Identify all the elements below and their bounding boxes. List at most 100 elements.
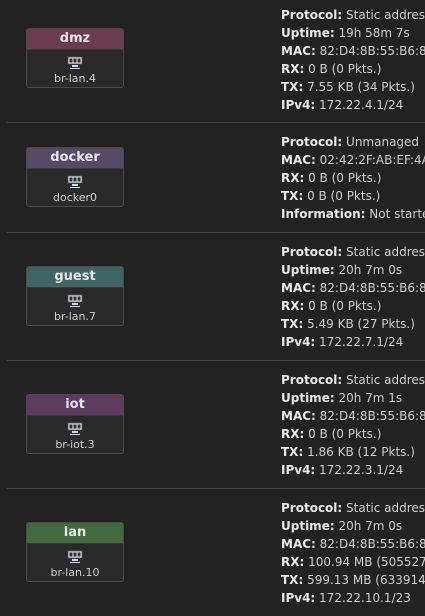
- detail-line: Protocol: Static address: [281, 499, 425, 517]
- row-divider: [7, 488, 425, 489]
- interface-name: lan: [27, 523, 123, 544]
- detail-value: Static address: [342, 373, 425, 387]
- detail-key: IPv4:: [281, 591, 316, 605]
- network-port-icon: [67, 294, 83, 307]
- detail-key: Information:: [281, 207, 366, 221]
- detail-value: 02:42:2F:AB:EF:4A: [315, 153, 425, 167]
- detail-value: 172.22.4.1/24: [315, 98, 404, 112]
- detail-value: Static address: [342, 8, 425, 22]
- interface-badge-dmz[interactable]: dmz br-lan.4: [26, 28, 124, 88]
- detail-line: Protocol: Static address: [281, 371, 425, 389]
- detail-value: 0 B (0 Pkts.): [304, 427, 382, 441]
- interface-device: br-iot.3: [55, 438, 95, 451]
- interface-name: guest: [27, 267, 123, 288]
- detail-value: 172.22.10.1/23: [315, 591, 411, 605]
- detail-line: TX: 5.49 KB (27 Pkts.): [281, 315, 425, 333]
- detail-line: MAC: 82:D4:8B:55:B6:8B: [281, 279, 425, 297]
- detail-line: MAC: 82:D4:8B:55:B6:8B: [281, 42, 425, 60]
- row-divider: [7, 232, 425, 233]
- row-divider: [7, 360, 425, 361]
- detail-key: IPv4:: [281, 98, 316, 112]
- detail-value: 0 B (0 Pkts.): [303, 189, 381, 203]
- detail-key: RX:: [281, 299, 305, 313]
- detail-value: 0 B (0 Pkts.): [304, 171, 382, 185]
- interface-device: br-lan.7: [53, 310, 97, 323]
- detail-line: Uptime: 19h 58m 7s: [281, 24, 425, 42]
- detail-key: RX:: [281, 555, 305, 569]
- detail-line: Information: Not started: [281, 205, 425, 223]
- interface-details: Protocol: Static address Uptime: 19h 58m …: [281, 6, 425, 114]
- detail-key: RX:: [281, 427, 305, 441]
- detail-value: Static address: [342, 245, 425, 259]
- detail-key: TX:: [281, 573, 304, 587]
- detail-value: 82:D4:8B:55:B6:8B: [315, 409, 425, 423]
- detail-line: TX: 0 B (0 Pkts.): [281, 187, 425, 205]
- detail-key: Protocol:: [281, 373, 343, 387]
- detail-value: 0 B (0 Pkts.): [304, 62, 382, 76]
- detail-value: 7.55 KB (34 Pkts.): [303, 80, 415, 94]
- detail-line: RX: 100.94 MB (505527: [281, 553, 425, 571]
- detail-key: IPv4:: [281, 463, 316, 477]
- detail-key: Protocol:: [281, 245, 343, 259]
- detail-key: TX:: [281, 445, 304, 459]
- interface-name: dmz: [27, 29, 123, 50]
- detail-value: 0 B (0 Pkts.): [304, 299, 382, 313]
- interface-badge-docker[interactable]: docker docker0: [26, 147, 124, 207]
- detail-key: TX:: [281, 80, 304, 94]
- detail-value: 20h 7m 0s: [334, 263, 403, 277]
- detail-key: Uptime:: [281, 519, 335, 533]
- detail-key: Protocol:: [281, 8, 343, 22]
- detail-value: 82:D4:8B:55:B6:8B: [315, 44, 425, 58]
- detail-key: MAC:: [281, 537, 316, 551]
- detail-line: Protocol: Unmanaged: [281, 133, 425, 151]
- interface-device: br-lan.10: [50, 566, 100, 579]
- detail-line: TX: 599.13 MB (633914: [281, 571, 425, 589]
- detail-line: Uptime: 20h 7m 1s: [281, 389, 425, 407]
- detail-key: RX:: [281, 62, 305, 76]
- detail-key: MAC:: [281, 281, 316, 295]
- detail-key: IPv4:: [281, 335, 316, 349]
- network-port-icon: [67, 422, 83, 435]
- detail-key: Protocol:: [281, 135, 343, 149]
- interface-details: Protocol: Static address Uptime: 20h 7m 0…: [281, 499, 425, 607]
- detail-line: MAC: 82:D4:8B:55:B6:8B: [281, 407, 425, 425]
- detail-key: Uptime:: [281, 263, 335, 277]
- interface-device: docker0: [52, 191, 98, 204]
- detail-value: 5.49 KB (27 Pkts.): [303, 317, 415, 331]
- detail-value: 1.86 KB (12 Pkts.): [303, 445, 415, 459]
- detail-value: 599.13 MB (633914: [303, 573, 425, 587]
- detail-key: Uptime:: [281, 391, 335, 405]
- interface-details: Protocol: Static address Uptime: 20h 7m 0…: [281, 243, 425, 351]
- interface-name: iot: [27, 395, 123, 416]
- detail-value: 19h 58m 7s: [334, 26, 410, 40]
- detail-key: TX:: [281, 189, 304, 203]
- detail-value: 100.94 MB (505527: [304, 555, 425, 569]
- detail-line: MAC: 82:D4:8B:55:B6:8B: [281, 535, 425, 553]
- network-port-icon: [67, 550, 83, 563]
- interface-badge-iot[interactable]: iot br-iot.3: [26, 394, 124, 454]
- network-port-icon: [67, 56, 83, 69]
- detail-line: IPv4: 172.22.7.1/24: [281, 333, 425, 351]
- interface-badge-lan[interactable]: lan br-lan.10: [26, 522, 124, 582]
- detail-line: RX: 0 B (0 Pkts.): [281, 60, 425, 78]
- detail-line: IPv4: 172.22.4.1/24: [281, 96, 425, 114]
- detail-line: Protocol: Static address: [281, 243, 425, 261]
- detail-line: IPv4: 172.22.3.1/24: [281, 461, 425, 479]
- interface-details: Protocol: Static address Uptime: 20h 7m 1…: [281, 371, 425, 479]
- detail-key: MAC:: [281, 44, 316, 58]
- detail-line: RX: 0 B (0 Pkts.): [281, 169, 425, 187]
- detail-value: Not started: [369, 207, 425, 221]
- detail-value: 172.22.7.1/24: [315, 335, 404, 349]
- detail-key: TX:: [281, 317, 304, 331]
- interface-badge-guest[interactable]: guest br-lan.7: [26, 266, 124, 326]
- detail-value: Unmanaged: [342, 135, 420, 149]
- detail-line: MAC: 02:42:2F:AB:EF:4A: [281, 151, 425, 169]
- network-port-icon: [67, 175, 83, 188]
- detail-value: 172.22.3.1/24: [315, 463, 404, 477]
- interface-name: docker: [27, 148, 123, 169]
- interface-details: Protocol: Unmanaged MAC: 02:42:2F:AB:EF:4…: [281, 133, 425, 223]
- detail-key: MAC:: [281, 153, 316, 167]
- detail-key: MAC:: [281, 409, 316, 423]
- detail-value: 20h 7m 1s: [334, 391, 403, 405]
- interface-device: br-lan.4: [53, 72, 97, 85]
